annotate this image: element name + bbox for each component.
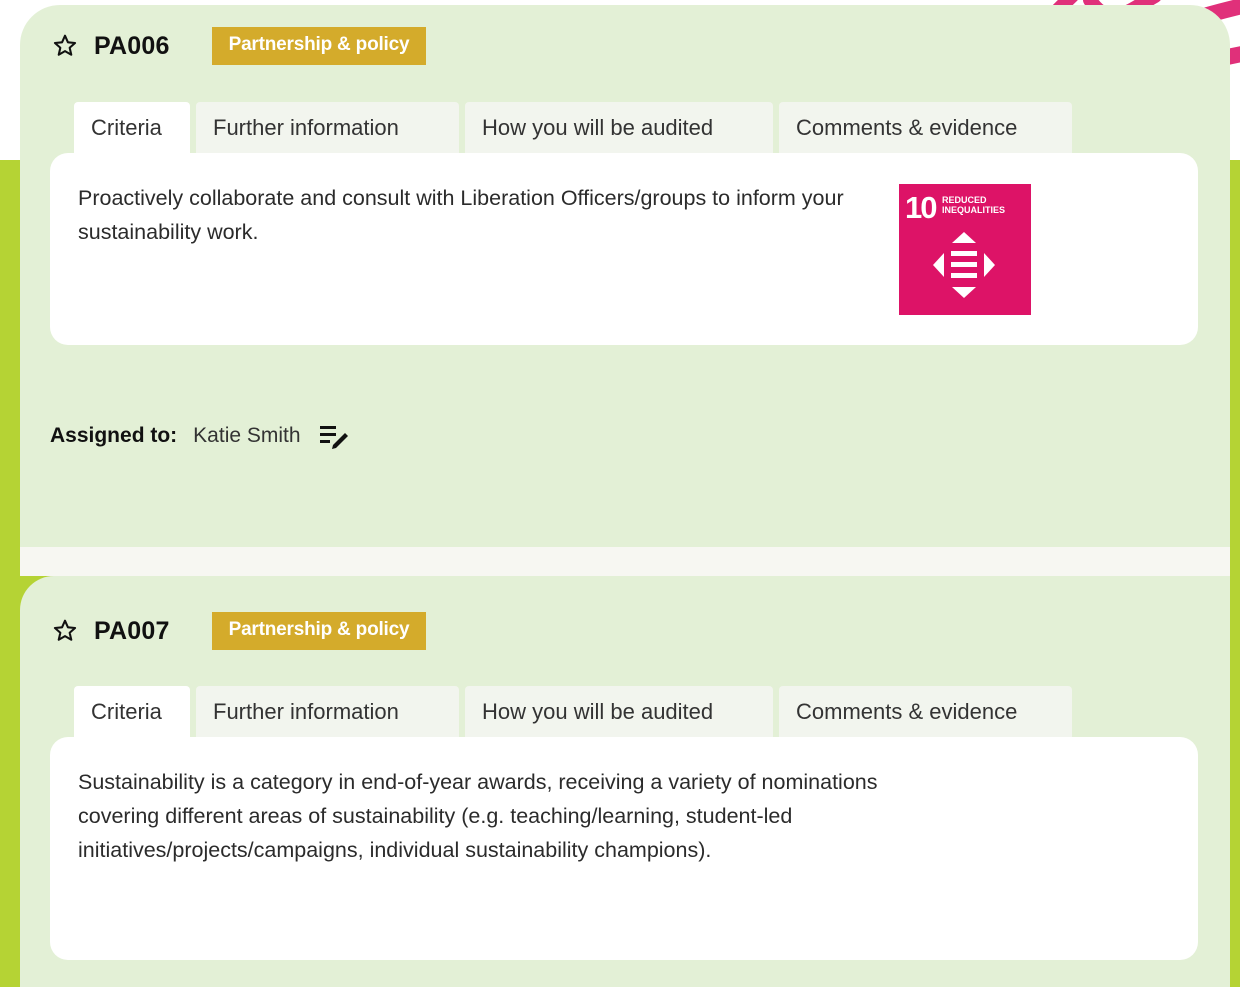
- criterion-header: PA007 Partnership & policy: [52, 612, 427, 650]
- criterion-tabs: Criteria Further information How you wil…: [74, 686, 1072, 737]
- sdg-number: 10: [905, 190, 938, 225]
- criterion-card-pa006: PA006 Partnership & policy Criteria Furt…: [20, 5, 1230, 547]
- criteria-panel: Sustainability is a category in end-of-y…: [50, 737, 1198, 960]
- criterion-card-pa007: PA007 Partnership & policy Criteria Furt…: [20, 576, 1230, 987]
- assignee-name: Katie Smith: [193, 424, 301, 447]
- tab-criteria[interactable]: Criteria: [74, 102, 190, 153]
- tab-how-you-will-be-audited[interactable]: How you will be audited: [465, 102, 773, 153]
- sdg-10-badge: 10 Reduced inequalities: [899, 184, 1031, 315]
- criteria-panel: Proactively collaborate and consult with…: [50, 153, 1198, 345]
- category-tag: Partnership & policy: [211, 612, 427, 650]
- tab-further-information[interactable]: Further information: [196, 102, 459, 153]
- criterion-header: PA006 Partnership & policy: [52, 27, 427, 65]
- category-tag: Partnership & policy: [211, 27, 427, 65]
- tab-criteria[interactable]: Criteria: [74, 686, 190, 737]
- criterion-text: Sustainability is a category in end-of-y…: [78, 770, 878, 862]
- assigned-to: Assigned to: Katie Smith: [50, 423, 349, 449]
- star-icon[interactable]: [52, 33, 78, 59]
- criterion-text: Proactively collaborate and consult with…: [78, 186, 844, 244]
- tab-how-you-will-be-audited[interactable]: How you will be audited: [465, 686, 773, 737]
- assigned-label: Assigned to:: [50, 424, 178, 447]
- card-separator: [20, 547, 1230, 576]
- tab-further-information[interactable]: Further information: [196, 686, 459, 737]
- edit-assignee-icon[interactable]: [319, 423, 349, 449]
- criterion-id: PA006: [94, 31, 170, 60]
- star-icon[interactable]: [52, 618, 78, 644]
- tab-comments-evidence[interactable]: Comments & evidence: [779, 102, 1072, 153]
- sdg-title: Reduced inequalities: [942, 195, 1006, 215]
- criterion-id: PA007: [94, 616, 170, 645]
- criterion-tabs: Criteria Further information How you wil…: [74, 102, 1072, 153]
- reduced-inequalities-icon: [933, 232, 995, 298]
- tab-comments-evidence[interactable]: Comments & evidence: [779, 686, 1072, 737]
